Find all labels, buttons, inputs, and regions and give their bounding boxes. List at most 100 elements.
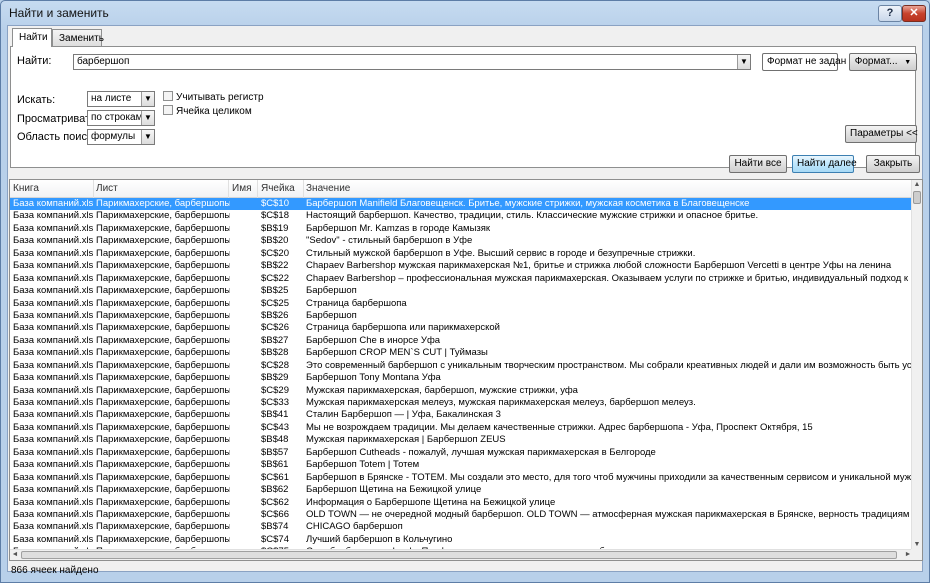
table-row[interactable]: База компаний.xlsxПарикмахерские, барбер… — [10, 235, 913, 247]
close-button[interactable]: Закрыть — [866, 155, 920, 173]
row-value: Настоящий барбершоп. Качество, традиции,… — [306, 210, 759, 222]
row-value: Лучший барбершоп в Кольчугино — [306, 533, 453, 545]
row-book: База компаний.xlsx — [13, 459, 93, 471]
table-row[interactable]: База компаний.xlsxПарикмахерские, барбер… — [10, 223, 913, 235]
table-row[interactable]: База компаний.xlsxПарикмахерские, барбер… — [10, 260, 913, 272]
options-button[interactable]: Параметры << — [845, 125, 918, 143]
vertical-scrollbar[interactable]: ▲ ▼ — [911, 180, 922, 550]
row-sheet: Парикмахерские, барбершопы — [96, 372, 230, 384]
column-header-value[interactable]: Значение — [306, 183, 350, 194]
row-value: Барбершоп — [306, 309, 357, 321]
chevron-down-icon[interactable]: ▼ — [141, 92, 154, 106]
row-book: База компаний.xlsx — [13, 334, 93, 346]
table-row[interactable]: База компаний.xlsxПарикмахерские, барбер… — [10, 509, 913, 521]
search-order-select[interactable]: по строкам ▼ — [87, 110, 155, 126]
horizontal-scrollbar[interactable]: ◄ ► — [10, 549, 913, 560]
table-row[interactable]: База компаний.xlsxПарикмахерские, барбер… — [10, 210, 913, 222]
row-value: Барбершоп Щетина на Бежицкой улице — [306, 484, 482, 496]
match-entire-cell-checkbox[interactable]: Ячейка целиком — [163, 105, 252, 117]
look-in-select[interactable]: формулы ▼ — [87, 129, 155, 145]
column-divider[interactable] — [93, 180, 94, 198]
table-row[interactable]: База компаний.xlsxПарикмахерские, барбер… — [10, 298, 913, 310]
find-what-input[interactable]: барбершоп ▼ — [73, 54, 751, 70]
table-row-selected[interactable]: База компаний.xlsx Парикмахерские, барбер… — [10, 198, 913, 211]
row-value: Мужская парикмахерская мелеуз, мужская п… — [306, 397, 696, 408]
table-row[interactable]: База компаний.xlsxПарикмахерские, барбер… — [10, 409, 913, 421]
table-row[interactable]: База компаний.xlsxПарикмахерские, барбер… — [10, 273, 913, 285]
row-cell: $C$61 — [261, 471, 289, 483]
row-sheet: Парикмахерские, барбершопы — [96, 297, 230, 309]
column-header-name[interactable]: Имя — [232, 183, 251, 194]
table-row[interactable]: База компаний.xlsxПарикмахерские, барбер… — [10, 385, 913, 397]
table-row[interactable]: База компаний.xlsxПарикмахерские, барбер… — [10, 310, 913, 322]
title-bar[interactable]: Найти и заменить ? ✕ — [1, 1, 929, 23]
row-cell: $B$20 — [261, 235, 289, 247]
row-cell: $C$26 — [261, 322, 289, 334]
table-row[interactable]: База компаний.xlsxПарикмахерские, барбер… — [10, 521, 913, 533]
row-sheet: Парикмахерские, барбершопы — [96, 272, 230, 284]
chevron-down-icon[interactable]: ▼ — [737, 55, 750, 69]
row-cell: $C$43 — [261, 421, 289, 433]
column-header-cell[interactable]: Ячейка — [261, 183, 295, 194]
table-row[interactable]: База компаний.xlsxПарикмахерские, барбер… — [10, 534, 913, 546]
close-window-button[interactable]: ✕ — [902, 5, 926, 22]
table-row[interactable]: База компаний.xlsxПарикмахерские, барбер… — [10, 484, 913, 496]
row-sheet: Парикмахерские, барбершопы — [96, 471, 230, 483]
tab-find[interactable]: Найти — [12, 28, 52, 47]
row-cell: $B$41 — [261, 409, 289, 421]
column-divider[interactable] — [303, 180, 304, 198]
column-header-sheet[interactable]: Лист — [96, 183, 118, 194]
column-divider[interactable] — [257, 180, 258, 198]
table-row[interactable]: База компаний.xlsxПарикмахерские, барбер… — [10, 397, 913, 409]
chevron-down-icon[interactable]: ▼ — [141, 130, 154, 144]
chevron-down-icon[interactable]: ▼ — [141, 111, 154, 125]
table-row[interactable]: База компаний.xlsxПарикмахерские, барбер… — [10, 335, 913, 347]
find-all-button[interactable]: Найти все — [729, 155, 787, 173]
table-row[interactable]: База компаний.xlsxПарикмахерские, барбер… — [10, 459, 913, 471]
table-row[interactable]: База компаний.xlsxПарикмахерские, барбер… — [10, 347, 913, 359]
table-row[interactable]: База компаний.xlsxПарикмахерские, барбер… — [10, 322, 913, 334]
scroll-thumb[interactable] — [913, 191, 921, 204]
table-row[interactable]: База компаний.xlsxПарикмахерские, барбер… — [10, 285, 913, 297]
row-value: Мужская парикмахерская | Барбершоп ZEUS — [306, 434, 506, 446]
row-book: База компаний.xlsx — [13, 434, 93, 446]
row-book: База компаний.xlsx — [13, 235, 93, 247]
table-row[interactable]: База компаний.xlsxПарикмахерские, барбер… — [10, 360, 913, 372]
scroll-thumb[interactable] — [21, 551, 897, 559]
row-book: База компаний.xlsx — [13, 285, 93, 297]
checkbox-box[interactable] — [163, 105, 173, 115]
format-button[interactable]: Формат... ▼ — [849, 53, 917, 71]
column-divider[interactable] — [228, 180, 229, 198]
row-book: База компаний.xlsx — [13, 508, 93, 520]
chevron-down-icon: ▼ — [904, 59, 912, 66]
scroll-left-icon[interactable]: ◄ — [10, 550, 20, 560]
find-next-button[interactable]: Найти далее — [792, 155, 857, 173]
column-header-book[interactable]: Книга — [13, 183, 39, 194]
results-list[interactable]: Книга Лист Имя Ячейка Значение База комп… — [9, 179, 923, 561]
table-row[interactable]: База компаний.xlsxПарикмахерские, барбер… — [10, 422, 913, 434]
table-row[interactable]: База компаний.xlsxПарикмахерские, барбер… — [10, 372, 913, 384]
table-row[interactable]: База компаний.xlsxПарикмахерские, барбер… — [10, 472, 913, 484]
row-cell: $C$25 — [261, 297, 289, 309]
row-book: База компаний.xlsx — [13, 198, 93, 209]
row-sheet: Парикмахерские, барбершопы — [96, 434, 230, 446]
help-button[interactable]: ? — [878, 5, 902, 22]
match-case-checkbox[interactable]: Учитывать регистр — [163, 91, 264, 103]
row-cell: $C$29 — [261, 384, 289, 396]
row-book: База компаний.xlsx — [13, 484, 93, 496]
row-sheet: Парикмахерские, барбершопы — [96, 359, 230, 371]
row-book: База компаний.xlsx — [13, 471, 93, 483]
table-row[interactable]: База компаний.xlsxПарикмахерские, барбер… — [10, 447, 913, 459]
within-select[interactable]: на листе ▼ — [87, 91, 155, 107]
row-value: Барбершоп Tony Montana Уфа — [306, 372, 441, 384]
tab-replace[interactable]: Заменить — [52, 29, 104, 47]
checkbox-box[interactable] — [163, 91, 173, 101]
row-book: База компаний.xlsx — [13, 372, 93, 384]
scroll-up-icon[interactable]: ▲ — [912, 180, 922, 190]
table-row[interactable]: База компаний.xlsxПарикмахерские, барбер… — [10, 248, 913, 260]
look-in-value: формулы — [91, 131, 136, 142]
table-row[interactable]: База компаний.xlsxПарикмахерские, барбер… — [10, 434, 913, 446]
row-sheet: Парикмахерские, барбершопы — [96, 421, 230, 433]
table-row[interactable]: База компаний.xlsxПарикмахерские, барбер… — [10, 497, 913, 509]
row-book: База компаний.xlsx — [13, 272, 93, 284]
